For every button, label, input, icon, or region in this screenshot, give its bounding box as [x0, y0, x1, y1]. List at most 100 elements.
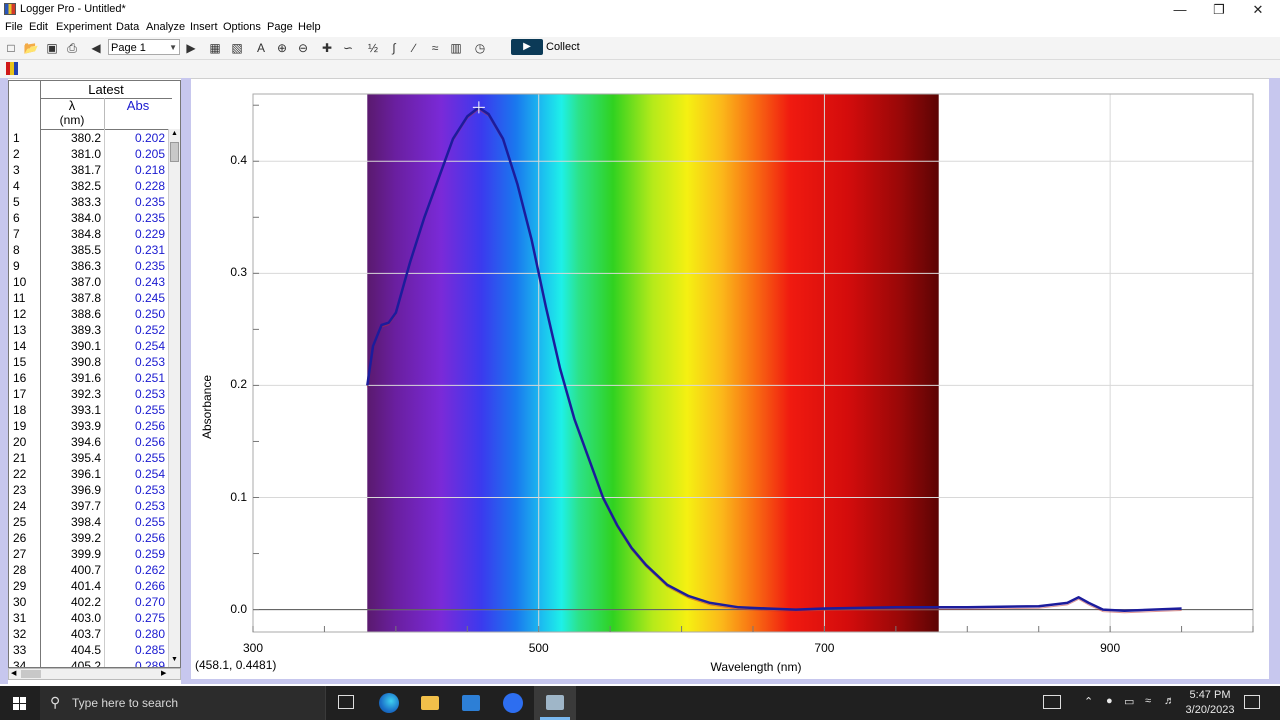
absorbance-cell[interactable]: 0.270: [107, 594, 165, 610]
menu-options[interactable]: Options: [223, 21, 261, 33]
minimize-button[interactable]: —: [1160, 0, 1200, 19]
page-select[interactable]: Page 1 ▼: [108, 39, 180, 55]
integral-icon[interactable]: ∫: [386, 40, 402, 56]
menu-data[interactable]: Data: [116, 21, 139, 33]
absorbance-cell[interactable]: 0.235: [107, 210, 165, 226]
wavelength-cell[interactable]: 394.6: [41, 434, 101, 450]
absorbance-cell[interactable]: 0.256: [107, 418, 165, 434]
wavelength-cell[interactable]: 381.7: [41, 162, 101, 178]
wavelength-cell[interactable]: 397.7: [41, 498, 101, 514]
table-row[interactable]: 17 392.3 0.253: [9, 386, 170, 402]
wavelength-cell[interactable]: 383.3: [41, 194, 101, 210]
wavelength-cell[interactable]: 380.2: [41, 130, 101, 146]
table-row[interactable]: 21 395.4 0.255: [9, 450, 170, 466]
wavelength-cell[interactable]: 399.9: [41, 546, 101, 562]
table-row[interactable]: 11 387.8 0.245: [9, 290, 170, 306]
table-row[interactable]: 8 385.5 0.231: [9, 242, 170, 258]
table-row[interactable]: 22 396.1 0.254: [9, 466, 170, 482]
autoscale-icon[interactable]: A: [253, 40, 269, 56]
scroll-left-icon[interactable]: ◀: [11, 669, 16, 677]
scroll-right-icon[interactable]: ▶: [161, 669, 166, 677]
graph-panel[interactable]: Absorbance Wavelength (nm) (458.1, 0.448…: [191, 80, 1269, 679]
wavelength-cell[interactable]: 389.3: [41, 322, 101, 338]
table-row[interactable]: 29 401.4 0.266: [9, 578, 170, 594]
absorbance-cell[interactable]: 0.266: [107, 578, 165, 594]
menu-insert[interactable]: Insert: [190, 21, 218, 33]
statistics-icon[interactable]: ½: [365, 40, 381, 56]
wavelength-cell[interactable]: 384.0: [41, 210, 101, 226]
table-row[interactable]: 23 396.9 0.253: [9, 482, 170, 498]
volume-icon[interactable]: ♬: [1164, 695, 1175, 707]
absorbance-cell[interactable]: 0.205: [107, 146, 165, 162]
spectrum-icon[interactable]: [6, 62, 18, 75]
wavelength-cell[interactable]: 390.8: [41, 354, 101, 370]
table-row[interactable]: 30 402.2 0.270: [9, 594, 170, 610]
wavelength-cell[interactable]: 403.7: [41, 626, 101, 642]
keyboard-icon[interactable]: [1043, 695, 1061, 709]
column-header-abs[interactable]: Abs: [104, 98, 172, 130]
maximize-button[interactable]: ❐: [1199, 0, 1239, 19]
table-row[interactable]: 14 390.1 0.254: [9, 338, 170, 354]
absorbance-cell[interactable]: 0.275: [107, 610, 165, 626]
wavelength-cell[interactable]: 398.4: [41, 514, 101, 530]
wavelength-cell[interactable]: 393.9: [41, 418, 101, 434]
wifi-icon[interactable]: ≈: [1145, 695, 1151, 707]
table-row[interactable]: 28 400.7 0.262: [9, 562, 170, 578]
absorbance-cell[interactable]: 0.251: [107, 370, 165, 386]
task-view-icon[interactable]: [338, 695, 354, 709]
absorbance-cell[interactable]: 0.218: [107, 162, 165, 178]
wavelength-cell[interactable]: 385.5: [41, 242, 101, 258]
open-folder-icon[interactable]: 📂: [23, 40, 39, 56]
tangent-icon[interactable]: ∽: [340, 40, 356, 56]
absorbance-cell[interactable]: 0.253: [107, 386, 165, 402]
store-icon[interactable]: [462, 695, 480, 711]
wavelength-cell[interactable]: 391.6: [41, 370, 101, 386]
absorbance-cell[interactable]: 0.243: [107, 274, 165, 290]
close-button[interactable]: ✕: [1238, 0, 1278, 19]
table-row[interactable]: 6 384.0 0.235: [9, 210, 170, 226]
absorbance-cell[interactable]: 0.253: [107, 482, 165, 498]
table-row[interactable]: 15 390.8 0.253: [9, 354, 170, 370]
absorbance-cell[interactable]: 0.229: [107, 226, 165, 242]
examine-icon[interactable]: ✚: [319, 40, 335, 56]
previous-page-icon[interactable]: ◀: [88, 40, 104, 56]
table-row[interactable]: 32 403.7 0.280: [9, 626, 170, 642]
table-row[interactable]: 34 405.2 0.289: [9, 658, 170, 667]
collect-button[interactable]: ▶: [511, 39, 543, 55]
wavelength-cell[interactable]: 387.8: [41, 290, 101, 306]
absorbance-cell[interactable]: 0.280: [107, 626, 165, 642]
absorbance-cell[interactable]: 0.255: [107, 514, 165, 530]
absorbance-cell[interactable]: 0.255: [107, 450, 165, 466]
absorbance-cell[interactable]: 0.255: [107, 402, 165, 418]
zoom-in-icon[interactable]: ⊕: [274, 40, 290, 56]
search-placeholder[interactable]: Type here to search: [72, 696, 178, 710]
wavelength-cell[interactable]: 392.3: [41, 386, 101, 402]
table-row[interactable]: 7 384.8 0.229: [9, 226, 170, 242]
zoom-app-icon[interactable]: [503, 693, 523, 713]
wavelength-cell[interactable]: 381.0: [41, 146, 101, 162]
logger-pro-taskbar-button[interactable]: [534, 686, 576, 720]
chevron-up-icon[interactable]: ⌃: [1084, 695, 1093, 708]
wavelength-cell[interactable]: 388.6: [41, 306, 101, 322]
absorbance-cell[interactable]: 0.250: [107, 306, 165, 322]
table-row[interactable]: 27 399.9 0.259: [9, 546, 170, 562]
table-row[interactable]: 9 386.3 0.235: [9, 258, 170, 274]
table-row[interactable]: 33 404.5 0.285: [9, 642, 170, 658]
table-row[interactable]: 10 387.0 0.243: [9, 274, 170, 290]
clock-date[interactable]: 3/20/2023: [1181, 704, 1239, 716]
table-icon[interactable]: ▦: [207, 40, 223, 56]
menu-analyze[interactable]: Analyze: [146, 21, 185, 33]
microphone-icon[interactable]: ●: [1106, 695, 1113, 707]
file-explorer-icon[interactable]: [421, 696, 439, 710]
wavelength-cell[interactable]: 390.1: [41, 338, 101, 354]
absorbance-graph[interactable]: [191, 80, 1269, 679]
absorbance-cell[interactable]: 0.254: [107, 338, 165, 354]
battery-icon[interactable]: ▭: [1124, 695, 1134, 708]
absorbance-cell[interactable]: 0.254: [107, 466, 165, 482]
table-row[interactable]: 13 389.3 0.252: [9, 322, 170, 338]
absorbance-cell[interactable]: 0.253: [107, 498, 165, 514]
curve-fit-icon[interactable]: ≈: [427, 40, 443, 56]
wavelength-cell[interactable]: 395.4: [41, 450, 101, 466]
bar-graph-icon[interactable]: ▥: [448, 40, 464, 56]
collect-label[interactable]: Collect: [546, 41, 580, 53]
